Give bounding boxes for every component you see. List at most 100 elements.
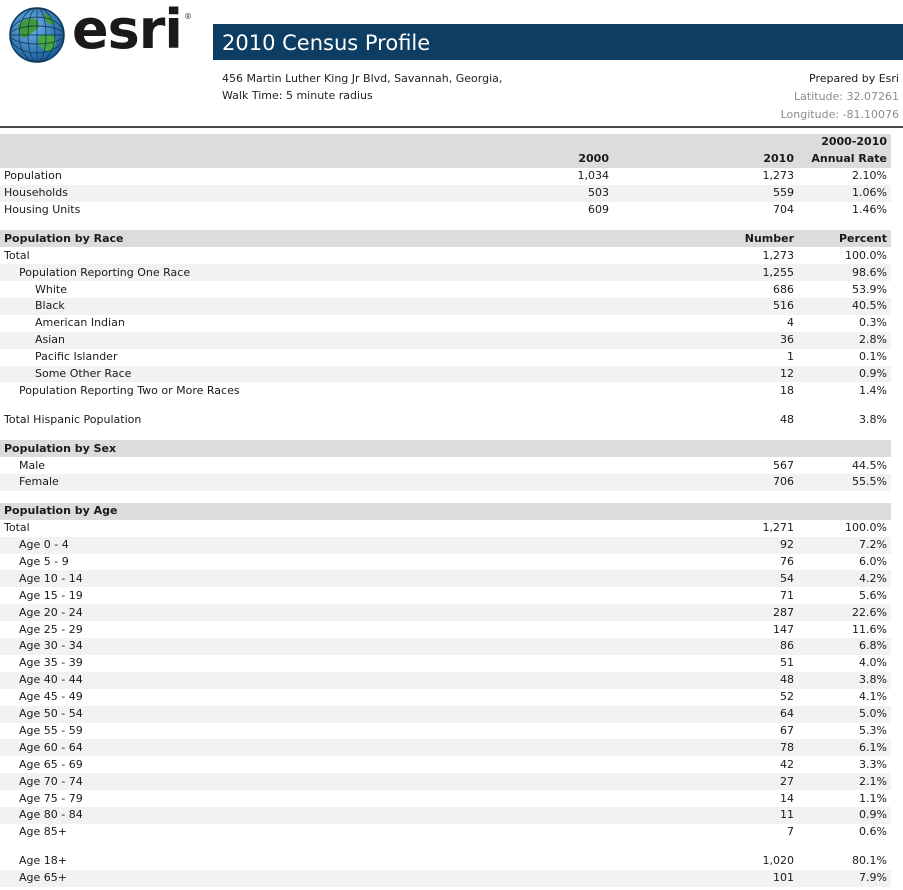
row-2010: 559 (613, 184, 798, 202)
table-row: Some Other Race 12 0.9% (0, 365, 891, 383)
report-title: 2010 Census Profile (213, 24, 903, 60)
row-number: 27 (613, 773, 798, 791)
row-percent: 1.1% (859, 791, 887, 805)
row-number: 686 (773, 282, 794, 296)
row-label: Age 0 - 4 (0, 536, 509, 554)
row-label: Age 40 - 44 (0, 671, 509, 689)
table-row: Age 20 - 24 287 22.6% (0, 604, 891, 622)
row-number: 147 (773, 622, 794, 636)
table-row: Population 1,034 1,273 2.10% (0, 168, 891, 185)
table-row: Pacific Islander 1 0.1% (0, 349, 891, 366)
row-percent: 6.8% (798, 638, 891, 655)
table-row: Total 1,273 100.0% (0, 247, 891, 264)
summary-header-row-1: 2000-2010 (0, 134, 891, 151)
row-number: 54 (613, 570, 798, 588)
row-label: Population Reporting Two or More Races (19, 383, 240, 397)
col-2010: 2010 (613, 150, 798, 168)
table-row: Total Hispanic Population 48 3.8% (0, 411, 891, 428)
prepared-by: Prepared by Esri (809, 72, 899, 85)
latitude: Latitude: 32.07261 (794, 90, 899, 103)
row-2010: 704 (773, 203, 794, 216)
row-2000: 503 (509, 184, 613, 202)
row-percent: 2.1% (798, 773, 891, 791)
row-number: 1,271 (762, 521, 795, 535)
row-percent: 3.8% (798, 671, 891, 689)
row-label: Age 10 - 14 (0, 570, 509, 588)
row-label: Age 30 - 34 (0, 638, 509, 655)
row-label: Age 55 - 59 (19, 723, 83, 737)
row-label: Age 20 - 24 (0, 604, 509, 622)
row-number: 567 (773, 458, 794, 472)
row-number: 76 (780, 555, 794, 569)
row-number: 78 (613, 739, 798, 757)
table-row: Age 50 - 54 64 5.0% (0, 705, 891, 723)
row-label: Age 35 - 39 (19, 656, 83, 670)
row-label: Total (4, 521, 30, 535)
table-row: Age 65+ 101 7.9% (0, 869, 891, 887)
row-percent: 0.9% (798, 806, 891, 824)
table-row: Asian 36 2.8% (0, 331, 891, 349)
row-number: 7 (787, 825, 794, 839)
row-label: Households (0, 184, 509, 202)
table-row: Age 0 - 4 92 7.2% (0, 536, 891, 554)
esri-logo: esri ® (8, 0, 198, 64)
row-percent: 44.5% (852, 458, 887, 472)
row-label: Total Hispanic Population (4, 412, 142, 426)
row-number: 18 (780, 383, 794, 397)
table-row: Male 567 44.5% (0, 457, 891, 474)
col-percent: Percent (798, 230, 891, 248)
row-number: 11 (613, 806, 798, 824)
registered-mark: ® (184, 12, 192, 21)
row-percent: 3.8% (859, 412, 887, 426)
sex-section-header: Population by Sex (0, 440, 891, 458)
row-percent: 4.0% (859, 656, 887, 670)
longitude: Longitude: -81.10076 (780, 108, 899, 121)
col-2000: 2000 (509, 150, 613, 168)
table-row: Total 1,271 100.0% (0, 520, 891, 537)
logo-text: esri (72, 0, 183, 61)
row-percent: 11.6% (852, 622, 887, 636)
row-label: Asian (0, 331, 509, 349)
row-percent: 7.9% (798, 869, 891, 887)
table-row: Age 25 - 29 147 11.6% (0, 621, 891, 638)
row-percent: 2.8% (798, 331, 891, 349)
globe-icon (9, 7, 65, 63)
header-divider (0, 126, 903, 128)
section-title: Population by Sex (0, 440, 509, 458)
table-row: Age 60 - 64 78 6.1% (0, 739, 891, 757)
table-row: American Indian 4 0.3% (0, 315, 891, 332)
row-number: 706 (613, 474, 798, 491)
row-label: Age 15 - 19 (19, 588, 83, 602)
row-number: 51 (780, 656, 794, 670)
row-rate: 1.06% (798, 184, 891, 202)
row-number: 12 (613, 365, 798, 383)
row-number: 52 (780, 690, 794, 704)
row-percent: 98.6% (798, 264, 891, 282)
row-label: Age 5 - 9 (19, 555, 69, 569)
row-number: 1,255 (613, 264, 798, 282)
row-number: 516 (613, 298, 798, 315)
row-number: 287 (613, 604, 798, 622)
row-rate: 1.46% (852, 203, 887, 216)
row-percent: 6.0% (859, 555, 887, 569)
row-label: Age 75 - 79 (19, 791, 83, 805)
row-label: Black (0, 298, 509, 315)
row-number: 1,020 (762, 854, 795, 868)
table-row: Age 45 - 49 52 4.1% (0, 689, 891, 706)
row-number: 101 (613, 869, 798, 887)
spacer-row (0, 428, 891, 440)
address-line-1: 456 Martin Luther King Jr Blvd, Savannah… (222, 72, 503, 85)
row-percent: 7.2% (798, 536, 891, 554)
row-percent: 22.6% (798, 604, 891, 622)
spacer-row (0, 218, 891, 230)
row-2000: 1,034 (577, 169, 610, 183)
table-row: Age 15 - 19 71 5.6% (0, 587, 891, 604)
row-number: 42 (780, 757, 794, 771)
table-row: Age 30 - 34 86 6.8% (0, 638, 891, 655)
summary-header-row-2: 2000 2010 Annual Rate (0, 150, 891, 168)
table-row: Age 35 - 39 51 4.0% (0, 655, 891, 672)
row-label: Female (0, 474, 509, 491)
row-percent: 53.9% (852, 282, 887, 296)
row-rate: 2.10% (852, 169, 887, 183)
table-row: Households 503 559 1.06% (0, 184, 891, 202)
